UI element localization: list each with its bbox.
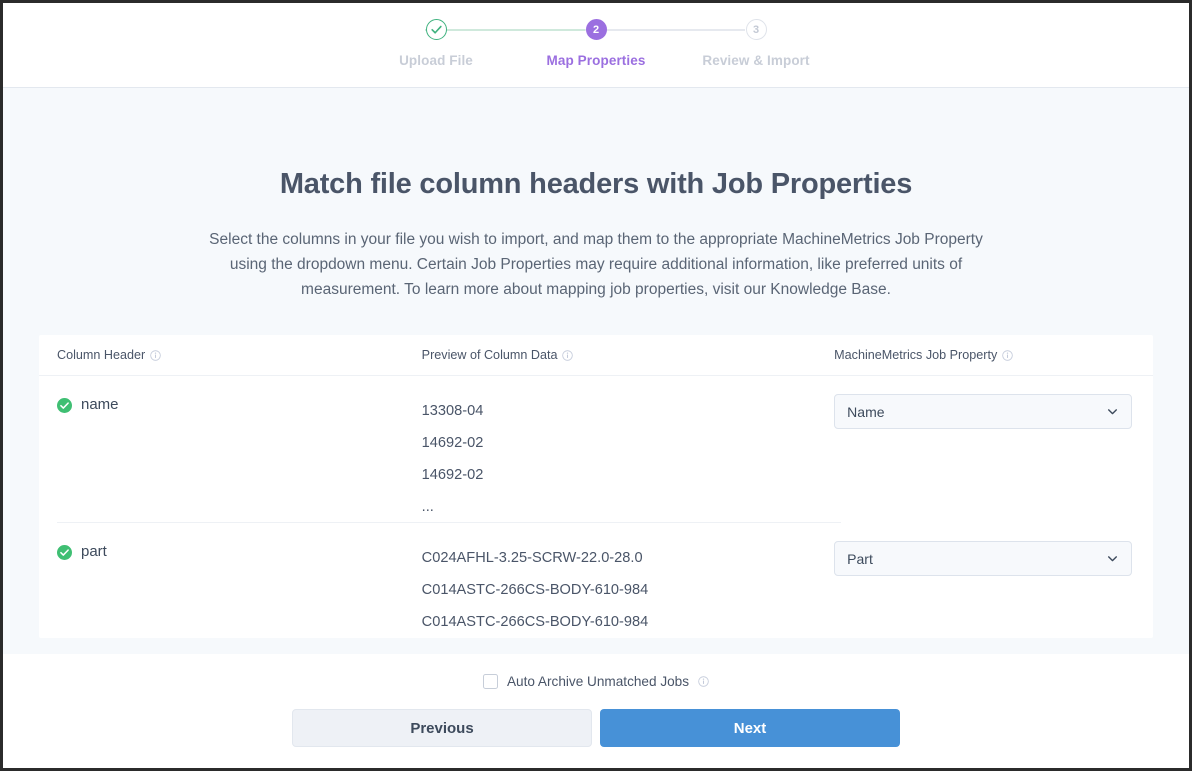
preview-value: C014ASTC-266CS-BODY-610-984 (421, 614, 649, 630)
wizard-stepper-bar: Upload File 2 Map Properties 3 Review & … (3, 3, 1189, 88)
preview-value-ellipsis: ... (421, 499, 434, 515)
job-property-select-value: Part (847, 550, 873, 567)
connector-2-3 (585, 29, 745, 31)
table-header-column-header-label: Column Header (57, 348, 146, 362)
step-2-label: Map Properties (546, 53, 646, 68)
row-column-name: part (81, 543, 107, 560)
row-job-property-cell: Part (834, 541, 1153, 638)
table-header-preview: Preview of Column Data (422, 348, 835, 362)
wizard-content: Match file column headers with Job Prope… (3, 88, 1189, 768)
page-title: Match file column headers with Job Prope… (279, 168, 913, 200)
check-circle-icon[interactable] (57, 398, 72, 413)
next-button[interactable]: Next (600, 709, 900, 747)
step-review-import[interactable]: 3 Review & Import (585, 19, 836, 68)
previous-button[interactable]: Previous (292, 709, 592, 747)
table-header-preview-label: Preview of Column Data (421, 348, 558, 362)
table-header-column-header: Column Header (57, 348, 422, 362)
job-property-select-part[interactable]: Part (834, 541, 1133, 576)
preview-value: C024AFHL-3.25-SCRW-22.0-28.0 (421, 550, 643, 566)
table-header-job-property: MachineMetrics Job Property (834, 348, 1153, 362)
check-circle-glyph (57, 545, 72, 560)
chevron-down-glyph (1108, 409, 1118, 415)
chevron-down-glyph (1108, 556, 1118, 562)
info-icon[interactable] (562, 349, 574, 361)
preview-value: 14692-02 (421, 467, 484, 483)
auto-archive-checkbox[interactable] (482, 673, 498, 689)
step-1-marker (425, 19, 447, 40)
info-icon-glyph (1002, 349, 1013, 361)
auto-archive-row: Auto Archive Unmatched Jobs (3, 668, 1189, 694)
row-preview-cell: 13308-04 14692-02 14692-02 ... (422, 394, 835, 523)
preview-value: C014ASTC-266CS-BODY-610-984 (421, 582, 649, 598)
preview-value: 14692-02 (421, 435, 484, 451)
preview-value: 13308-04 (421, 403, 484, 419)
check-circle-icon[interactable] (57, 545, 72, 560)
job-property-select-name[interactable]: Name (834, 394, 1133, 429)
info-icon[interactable] (698, 675, 709, 687)
check-icon (430, 25, 442, 34)
info-icon[interactable] (1002, 349, 1013, 361)
table-row: name 13308-04 14692-02 14692-02 ... Name (39, 376, 1153, 523)
step-2-marker: 2 (585, 19, 607, 40)
row-column-header-cell[interactable]: name (57, 394, 422, 523)
step-3-marker: 3 (745, 19, 767, 40)
column-mapping-table: Column Header Preview of Column Data Mac… (39, 335, 1153, 638)
auto-archive-label: Auto Archive Unmatched Jobs (506, 673, 690, 689)
table-row: part C024AFHL-3.25-SCRW-22.0-28.0 C014AS… (39, 523, 1153, 638)
check-circle-glyph (57, 398, 72, 413)
page-description: Select the columns in your file you wish… (209, 231, 983, 298)
wizard-stepper: Upload File 2 Map Properties 3 Review & … (356, 3, 836, 68)
step-map-properties[interactable]: 2 Map Properties (425, 19, 676, 68)
info-icon-glyph (698, 675, 709, 687)
connector-1-2 (425, 29, 585, 31)
info-icon[interactable] (150, 349, 161, 361)
chevron-down-icon (1106, 552, 1119, 565)
info-icon-glyph (150, 349, 161, 361)
row-job-property-cell: Name (834, 394, 1153, 523)
row-column-name: name (81, 396, 119, 413)
table-header-job-property-label: MachineMetrics Job Property (834, 348, 998, 362)
step-upload-file[interactable]: Upload File (356, 19, 516, 68)
row-column-header-cell[interactable]: part (57, 541, 422, 638)
import-wizard-window: Upload File 2 Map Properties 3 Review & … (0, 0, 1192, 771)
wizard-footer: Auto Archive Unmatched Jobs Previous Nex… (3, 654, 1189, 768)
chevron-down-icon (1106, 405, 1119, 418)
row-preview-cell: C024AFHL-3.25-SCRW-22.0-28.0 C014ASTC-26… (422, 541, 835, 638)
table-header-row: Column Header Preview of Column Data Mac… (39, 335, 1153, 376)
step-1-label: Upload File (399, 53, 473, 68)
job-property-select-value: Name (847, 403, 885, 420)
info-icon-glyph (562, 349, 574, 361)
wizard-buttons: Previous Next (3, 694, 1189, 768)
step-3-label: Review & Import (702, 53, 810, 68)
